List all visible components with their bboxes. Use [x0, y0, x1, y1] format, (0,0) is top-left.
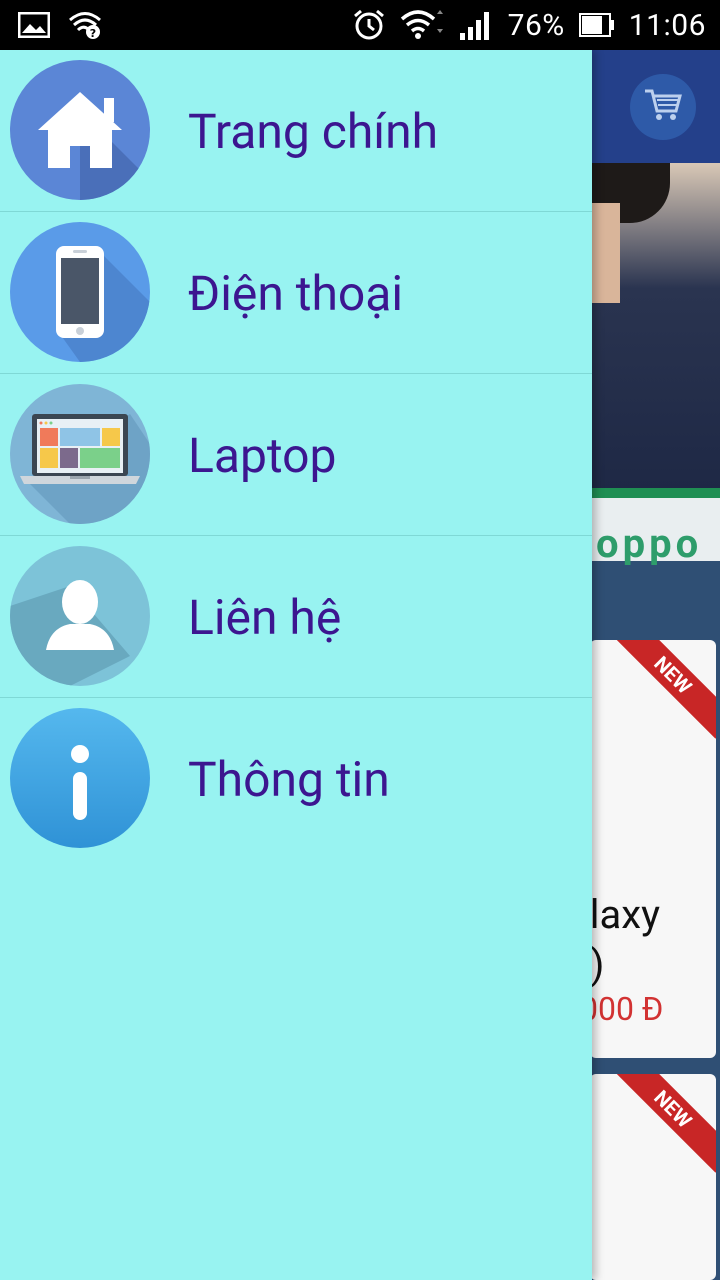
drawer-item-laptop[interactable]: Laptop [0, 374, 592, 536]
drawer-item-label: Điện thoại [188, 264, 404, 322]
product-card[interactable]: NEW alaxy g) 000 Đ [590, 640, 716, 1058]
wifi-question-icon: ? [68, 10, 102, 40]
drawer-item-label: Trang chính [188, 102, 439, 160]
alarm-icon [352, 8, 386, 42]
phone-icon [10, 222, 150, 362]
signal-icon [458, 9, 494, 41]
drawer-item-label: Thông tin [188, 750, 390, 808]
cart-button[interactable] [630, 74, 696, 140]
banner-brand-text: oppo [596, 520, 703, 567]
drawer-item-label: Liên hệ [188, 588, 342, 646]
new-badge: NEW [609, 640, 716, 739]
cart-icon [643, 87, 683, 127]
product-name: alaxy g) [590, 891, 661, 988]
product-card[interactable]: NEW [590, 1074, 716, 1280]
product-price: 000 Đ [590, 990, 664, 1028]
info-icon [10, 708, 150, 848]
status-bar: ? 76% 11:06 [0, 0, 720, 50]
drawer-item-phone[interactable]: Điện thoại [0, 212, 592, 374]
image-notification-icon [18, 12, 50, 38]
new-badge: NEW [609, 1074, 716, 1173]
drawer-item-info[interactable]: Thông tin [0, 698, 592, 860]
battery-percent: 76% [507, 7, 565, 43]
drawer-item-home[interactable]: Trang chính [0, 50, 592, 212]
drawer-item-contact[interactable]: Liên hệ [0, 536, 592, 698]
banner-photo-face [590, 203, 620, 303]
navigation-drawer: Trang chính Điện thoại Laptop Liên hệ Th… [0, 50, 592, 1280]
drawer-item-label: Laptop [188, 426, 337, 484]
laptop-icon [10, 384, 150, 524]
banner-stripe [590, 488, 720, 498]
battery-icon [578, 11, 615, 39]
contact-icon [10, 546, 150, 686]
svg-text:?: ? [90, 27, 96, 40]
home-icon [10, 60, 150, 200]
wifi-icon [400, 9, 444, 41]
clock: 11:06 [628, 7, 706, 43]
